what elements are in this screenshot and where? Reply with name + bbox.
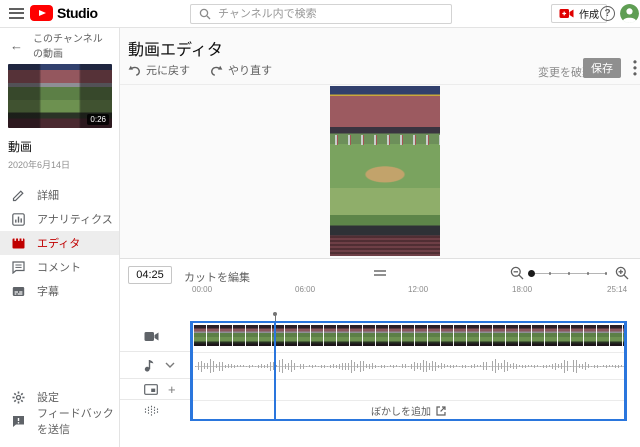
sidebar-item-label: 設定 [37, 392, 59, 404]
track-divider [193, 400, 624, 401]
players-band [330, 135, 440, 146]
timeline-panel: 04:25 カットを編集 00:00 06:00 12:00 18:00 25:… [120, 258, 640, 447]
sidebar-item-label: フィードバックを送信 [37, 408, 114, 436]
youtube-studio-logo[interactable]: Studio [30, 5, 98, 21]
chevron-down-icon[interactable] [165, 362, 175, 368]
sidebar-item-subtitles[interactable]: 字幕 [0, 279, 119, 303]
add-endscreen-icon[interactable]: + [168, 382, 176, 397]
undo-icon [128, 65, 140, 76]
page-title: 動画エディタ [128, 42, 223, 59]
hamburger-menu-icon[interactable] [9, 8, 24, 19]
video-camera-icon [144, 331, 159, 341]
ruler-tick-label: 06:00 [295, 285, 316, 294]
youtube-studio-editor-screen: Studio 作成 ? ← このチャンネルの動画 0:26 動画 2020年6月… [0, 0, 640, 447]
zoom-in-icon[interactable] [615, 266, 629, 280]
undo-redo-toolbar: 元に戻す やり直す [128, 62, 272, 78]
video-frames-strip[interactable] [193, 325, 624, 346]
youtube-play-icon [30, 5, 53, 21]
blur-icon [144, 405, 159, 416]
seats-band [330, 235, 440, 256]
video-duration-badge: 0:26 [87, 114, 109, 125]
add-blur-button[interactable]: ぼかしを追加 [193, 402, 624, 419]
undo-label: 元に戻す [146, 65, 190, 77]
sidebar-footer: 設定 フィードバックを送信 [0, 385, 119, 436]
video-date: 2020年6月14日 [8, 160, 71, 170]
add-blur-label: ぼかしを追加 [371, 407, 431, 418]
playhead-line[interactable] [274, 321, 276, 421]
video-title: 動画 [8, 140, 33, 154]
redo-icon [211, 65, 223, 76]
track-divider [193, 379, 624, 380]
person-icon [620, 4, 639, 23]
ruler-tick-label: 12:00 [408, 285, 429, 294]
track-icon-column: + [120, 321, 190, 421]
back-arrow-icon: ← [10, 37, 23, 53]
video-preview-area [120, 85, 640, 258]
back-label: このチャンネルの動画 [33, 34, 103, 60]
sidebar-item-comments[interactable]: コメント [0, 255, 119, 279]
undo-button[interactable]: 元に戻す [128, 62, 190, 78]
sidebar-item-analytics[interactable]: アナリティクス [0, 207, 119, 231]
sidebar: ← このチャンネルの動画 0:26 動画 2020年6月14日 詳細 アナリティ… [0, 28, 120, 447]
save-button[interactable]: 保存 [583, 58, 621, 78]
subtitles-icon [12, 286, 25, 296]
audio-waveform[interactable] [195, 357, 624, 375]
sidebar-item-label: エディタ [37, 238, 81, 250]
audio-track-header [120, 352, 190, 379]
zoom-tick [605, 272, 608, 275]
blur-track-header [120, 400, 190, 421]
zoom-slider-thumb[interactable] [528, 270, 535, 277]
create-button[interactable]: 作成 [551, 4, 607, 23]
top-app-bar: Studio 作成 ? [0, 0, 640, 28]
account-avatar[interactable] [620, 4, 639, 23]
track-divider [193, 352, 624, 353]
edit-cut-button[interactable]: カットを編集 [184, 269, 250, 285]
end-screen-icon [144, 383, 158, 395]
sidebar-item-label: コメント [37, 262, 81, 274]
redo-label: やり直す [228, 65, 272, 77]
sidebar-item-label: 字幕 [37, 286, 59, 298]
main-area: 動画エディタ 元に戻す やり直す 変更を破棄 保存 ••• 04:25 カッ [120, 28, 640, 447]
timecode-input[interactable]: 04:25 [128, 266, 172, 284]
sidebar-item-label: 詳細 [37, 190, 59, 202]
feedback-icon [13, 415, 24, 427]
gear-icon [12, 391, 25, 403]
ruler-tick-label: 00:00 [192, 285, 213, 294]
ruler-tick-label: 18:00 [512, 285, 533, 294]
channel-search-box[interactable] [190, 4, 452, 24]
editor-icon [12, 238, 25, 248]
back-to-channel-videos[interactable]: ← このチャンネルの動画 [0, 30, 119, 60]
sidebar-item-details[interactable]: 詳細 [0, 183, 119, 207]
help-icon[interactable]: ? [600, 6, 615, 21]
sidebar-item-label: アナリティクス [37, 214, 113, 226]
ruler-tick-label: 25:14 [607, 285, 628, 294]
analytics-icon [12, 212, 25, 226]
video-thumbnail[interactable]: 0:26 [8, 64, 112, 128]
music-note-icon [144, 359, 154, 372]
create-label: 作成 [579, 10, 599, 21]
comment-icon [12, 260, 25, 274]
timeline-region[interactable]: ぼかしを追加 [190, 321, 627, 421]
external-link-icon [436, 405, 446, 416]
search-icon [199, 8, 211, 20]
search-input[interactable] [218, 8, 443, 20]
sidebar-item-editor[interactable]: エディタ [0, 231, 119, 255]
zoom-out-icon[interactable] [510, 266, 524, 280]
brand-text: Studio [57, 5, 98, 21]
pencil-icon [12, 189, 24, 201]
create-video-icon [559, 9, 574, 18]
video-preview[interactable] [330, 86, 440, 256]
sidebar-nav: 詳細 アナリティクス エディタ コメント 字幕 [0, 183, 119, 303]
sidebar-item-feedback[interactable]: フィードバックを送信 [0, 408, 119, 436]
redo-button[interactable]: やり直す [210, 62, 272, 78]
timeline-zoom-controls [502, 264, 632, 282]
more-options-icon[interactable]: • • • [628, 56, 640, 80]
endscreen-track-header: + [120, 379, 190, 400]
video-track-header [120, 321, 190, 352]
panel-drag-handle[interactable] [374, 270, 386, 278]
